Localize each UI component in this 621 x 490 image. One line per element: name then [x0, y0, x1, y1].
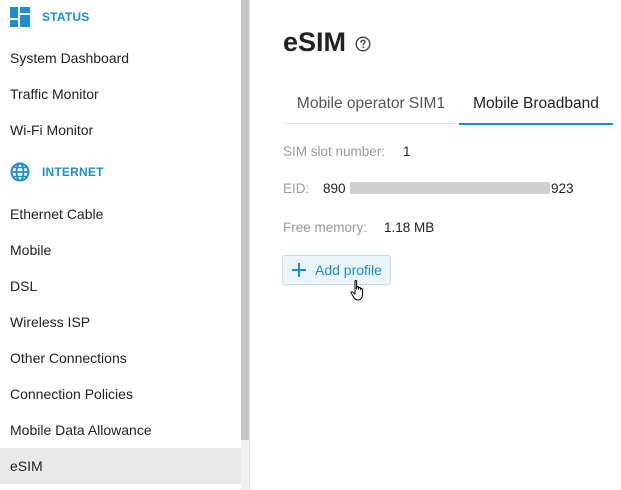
add-profile-label: Add profile: [315, 262, 382, 278]
tab-mobile-broadband[interactable]: Mobile Broadband: [459, 86, 613, 125]
sidebar-scrollbar-thumb[interactable]: [241, 0, 249, 440]
sidebar: STATUS System Dashboard Traffic Monitor …: [0, 0, 241, 490]
sidebar-item-esim[interactable]: eSIM: [0, 448, 241, 484]
sidebar-item-other-connections[interactable]: Other Connections: [0, 340, 241, 376]
sim-slot-label: SIM slot number:: [283, 144, 386, 159]
tab-mobile-operator-sim1[interactable]: Mobile operator SIM1: [283, 86, 459, 124]
free-memory-label: Free memory:: [283, 220, 368, 235]
add-profile-button[interactable]: Add profile: [282, 255, 391, 285]
main-content: eSIM Mobile operator SIM1 Mobile Broadba…: [250, 0, 621, 490]
sidebar-item-connection-policies[interactable]: Connection Policies: [0, 376, 241, 412]
sim-slot-value: 1: [403, 144, 411, 159]
page-title: eSIM: [283, 27, 347, 57]
dashboard-icon: [10, 7, 30, 27]
eid-redaction-bar: [350, 182, 550, 194]
section-status: STATUS: [0, 0, 241, 36]
sidebar-item-wifi-monitor[interactable]: Wi-Fi Monitor: [0, 112, 241, 148]
sidebar-item-wireless-isp[interactable]: Wireless ISP: [0, 304, 241, 340]
eid-label: EID:: [283, 181, 310, 196]
sidebar-item-system-dashboard[interactable]: System Dashboard: [0, 40, 241, 76]
sidebar-item-traffic-monitor[interactable]: Traffic Monitor: [0, 76, 241, 112]
section-title-status: STATUS: [42, 10, 90, 24]
sidebar-item-mobile[interactable]: Mobile: [0, 232, 241, 268]
section-internet: INTERNET: [0, 155, 241, 191]
sidebar-item-dsl[interactable]: DSL: [0, 268, 241, 304]
eid-value-prefix: 890: [323, 181, 346, 196]
hand-pointer-cursor-icon: [350, 279, 363, 301]
eid-value-suffix: 923: [551, 181, 574, 196]
globe-icon: [10, 162, 30, 182]
free-memory-value: 1.18 MB: [384, 220, 435, 235]
section-title-internet: INTERNET: [42, 165, 104, 179]
help-icon[interactable]: [355, 36, 371, 52]
sidebar-item-ethernet-cable[interactable]: Ethernet Cable: [0, 196, 241, 232]
sidebar-item-mobile-data-allowance[interactable]: Mobile Data Allowance: [0, 412, 241, 448]
tab-bar: Mobile operator SIM1 Mobile Broadband: [283, 86, 613, 125]
plus-icon: [292, 263, 306, 277]
